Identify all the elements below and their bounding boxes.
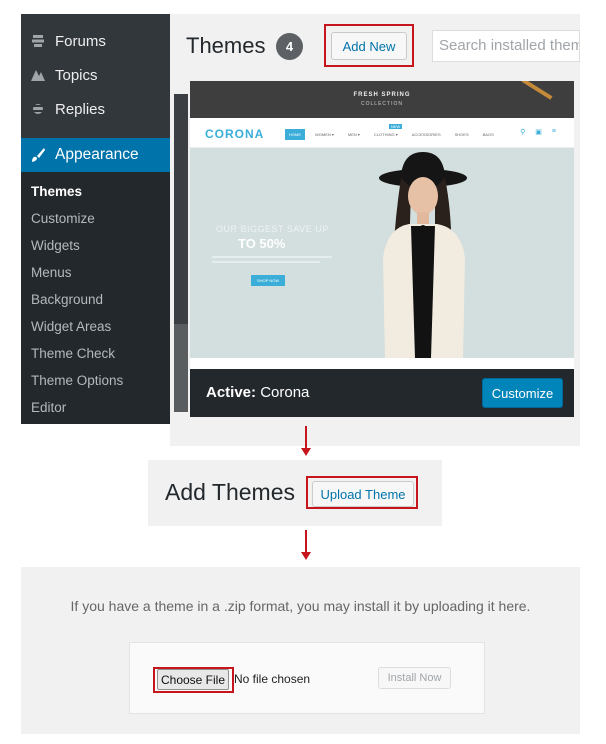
cart-icon: ▣ — [535, 129, 542, 136]
forums-icon — [21, 34, 55, 48]
theme-card-active[interactable]: FRESH SPRING COLLECTION CORONA HOME WOME… — [190, 81, 574, 417]
preview-nav-item: ACCESSORIES — [411, 132, 441, 137]
hero-shop-button: SHOP NOW — [251, 275, 286, 286]
active-prefix: Active: — [206, 384, 257, 401]
preview-nav-item: SHOES — [454, 132, 469, 137]
sidebar-item-label: Replies — [55, 100, 106, 118]
hero-discount: TO 50% — [238, 236, 286, 251]
preview-navbar: CORONA HOME WOMEN ▾ MEN ▾ CLOTHING ▾ ACC… — [190, 118, 574, 148]
page-title: Themes — [186, 33, 266, 58]
search-input[interactable]: Search installed themes — [432, 30, 580, 62]
submenu-item-customize[interactable]: Customize — [31, 211, 95, 226]
submenu-item-menus[interactable]: Menus — [31, 265, 72, 280]
preview-nav-icons: ⚲ ▣ ≡ — [520, 128, 556, 136]
submenu-item-background[interactable]: Background — [31, 292, 103, 307]
customize-button[interactable]: Customize — [482, 378, 563, 408]
hero-body-text — [212, 256, 332, 266]
sidebar-item-forums[interactable]: Forums — [21, 25, 170, 57]
sidebar-item-topics[interactable]: Topics — [21, 59, 170, 91]
hero-headline: OUR BIGGEST SAVE UP — [216, 224, 329, 234]
upload-theme-panel: If you have a theme in a .zip format, yo… — [21, 567, 580, 734]
add-themes-title: Add Themes — [165, 479, 295, 505]
theme-screenshot[interactable]: FRESH SPRING COLLECTION CORONA HOME WOME… — [190, 81, 574, 369]
sidebar-item-label: Topics — [55, 66, 98, 84]
preview-banner: FRESH SPRING COLLECTION — [190, 81, 574, 118]
brush-icon — [21, 147, 55, 163]
preview-nav-item: HOME — [285, 129, 305, 140]
submenu-item-editor[interactable]: Editor — [31, 400, 66, 415]
banner-subtitle: COLLECTION — [361, 101, 403, 107]
search-icon: ⚲ — [520, 129, 526, 136]
preview-nav-item: WOMEN ▾ — [315, 132, 334, 137]
upload-instructions: If you have a theme in a .zip format, yo… — [70, 598, 531, 614]
menu-icon: ≡ — [551, 128, 556, 135]
install-now-button[interactable]: Install Now — [378, 667, 451, 689]
preview-hero: OUR BIGGEST SAVE UP TO 50% SHOP NOW — [190, 148, 574, 358]
add-new-button[interactable]: Add New — [331, 32, 407, 60]
arrow-down-icon — [301, 448, 311, 456]
submenu-item-widget-areas[interactable]: Widget Areas — [31, 319, 111, 334]
preview-logo: CORONA — [205, 127, 265, 141]
active-theme-label: Active: Corona — [206, 384, 309, 401]
sidebar-item-replies[interactable]: Replies — [21, 93, 170, 125]
preview-nav-item: MEN ▾ — [347, 132, 360, 137]
add-themes-header: Add Themes Upload Theme — [148, 460, 442, 526]
sidebar-item-label: Appearance — [55, 146, 139, 163]
file-status-text: No file chosen — [234, 672, 311, 686]
submenu-item-theme-options[interactable]: Theme Options — [31, 373, 123, 388]
upload-form: Choose File No file chosen Install Now — [129, 642, 485, 714]
preview-nav-item: CLOTHING ▾ — [373, 132, 398, 137]
arrow-down-icon — [301, 552, 311, 560]
preview-new-badge: NEW — [389, 124, 403, 129]
admin-sidebar: Forums Topics Replies Appearance Themes … — [21, 14, 170, 424]
preview-nav-item: BAGS — [482, 132, 494, 137]
step-arrow — [305, 530, 307, 552]
theme-count-badge: 4 — [276, 33, 303, 60]
preview-nav-links: HOME WOMEN ▾ MEN ▾ CLOTHING ▾ ACCESSORIE… — [285, 129, 498, 140]
sidebar-item-appearance[interactable]: Appearance — [21, 138, 170, 172]
model-photo — [379, 152, 467, 358]
submenu-item-themes[interactable]: Themes — [31, 184, 82, 199]
choose-file-button[interactable]: Choose File — [157, 669, 229, 690]
sidebar-item-label: Forums — [55, 32, 106, 50]
theme-card-footer: Active: Corona Customize — [190, 369, 574, 417]
submenu-item-widgets[interactable]: Widgets — [31, 238, 80, 253]
topics-icon — [21, 68, 55, 82]
upload-theme-button[interactable]: Upload Theme — [312, 481, 414, 507]
previous-theme-edge[interactable] — [174, 94, 188, 412]
active-theme-name: Corona — [260, 384, 310, 401]
replies-icon — [21, 102, 55, 116]
submenu-item-theme-check[interactable]: Theme Check — [31, 346, 115, 361]
step-arrow — [305, 426, 307, 448]
banner-title: FRESH SPRING — [353, 92, 411, 98]
